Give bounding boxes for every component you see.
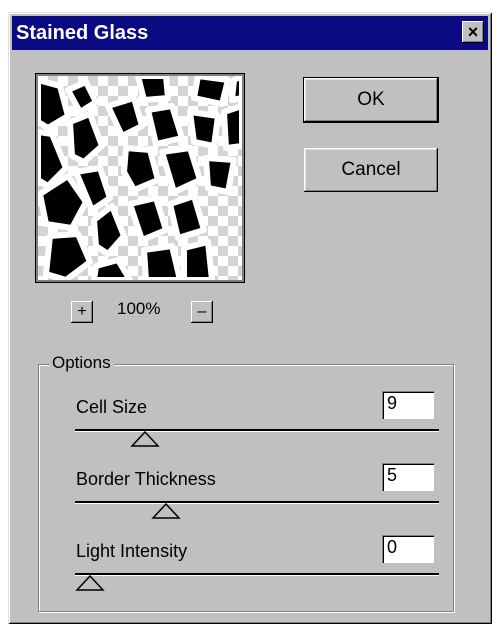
stained-glass-preview-image bbox=[38, 76, 242, 280]
options-legend: Options bbox=[49, 353, 114, 373]
border-thickness-input[interactable]: 5 bbox=[382, 463, 434, 491]
close-icon: × bbox=[467, 22, 479, 42]
filter-preview[interactable] bbox=[38, 76, 242, 280]
ok-button[interactable]: OK bbox=[303, 77, 439, 123]
title-bar[interactable]: Stained Glass × bbox=[12, 16, 488, 50]
cell-size-input[interactable]: 9 bbox=[382, 391, 434, 419]
light-intensity-slider-thumb[interactable] bbox=[75, 575, 105, 591]
minus-icon: – bbox=[197, 303, 207, 320]
options-group: Options Cell Size 9 Border Thickness 5 L… bbox=[38, 353, 454, 612]
border-thickness-slider-thumb[interactable] bbox=[151, 503, 182, 519]
cell-size-label: Cell Size bbox=[76, 397, 148, 417]
preview-zoom-controls: + 100% – bbox=[71, 299, 221, 325]
zoom-out-button[interactable]: – bbox=[191, 301, 213, 323]
cancel-button[interactable]: Cancel bbox=[304, 148, 438, 192]
plus-icon: + bbox=[77, 303, 87, 320]
light-intensity-slider-track[interactable] bbox=[75, 573, 439, 576]
close-button[interactable]: × bbox=[462, 21, 484, 43]
light-intensity-input[interactable]: 0 bbox=[382, 535, 434, 563]
border-thickness-slider-track[interactable] bbox=[75, 501, 439, 504]
light-intensity-label: Light Intensity bbox=[76, 541, 188, 561]
border-thickness-label: Border Thickness bbox=[76, 469, 216, 489]
cell-size-slider-thumb[interactable] bbox=[129, 431, 160, 447]
stained-glass-dialog: Stained Glass × + 100% – OK Cancel Optio… bbox=[8, 12, 492, 624]
zoom-level: 100% bbox=[117, 299, 161, 318]
window-title: Stained Glass bbox=[16, 21, 149, 44]
zoom-in-button[interactable]: + bbox=[71, 301, 93, 323]
